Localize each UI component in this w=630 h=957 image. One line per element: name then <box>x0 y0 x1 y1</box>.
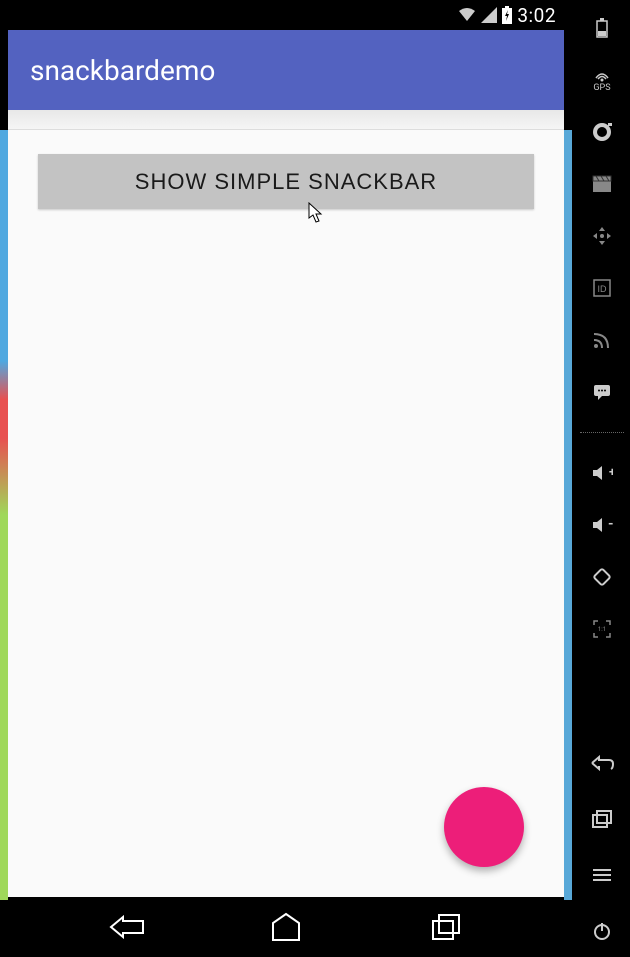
status-time: 3:02 <box>517 4 556 27</box>
sidebar-power-icon[interactable] <box>588 917 616 945</box>
emulator-frame: 3:02 snackbardemo SHOW SIMPLE SNACKBAR <box>0 0 574 957</box>
mouse-cursor-icon <box>308 202 324 228</box>
navigation-bar <box>8 897 564 957</box>
rss-network-icon[interactable] <box>588 326 616 354</box>
device-screen: 3:02 snackbardemo SHOW SIMPLE SNACKBAR <box>8 0 564 957</box>
sidebar-divider <box>580 432 624 433</box>
svg-text:ID: ID <box>598 284 608 294</box>
svg-text:+: + <box>609 465 613 479</box>
fingerprint-id-icon[interactable]: ID <box>588 274 616 302</box>
wifi-icon <box>457 7 477 23</box>
gps-label: GPS <box>593 84 610 93</box>
cellular-signal-icon <box>481 7 497 23</box>
sidebar-back-icon[interactable] <box>588 749 616 777</box>
clapperboard-icon[interactable] <box>588 170 616 198</box>
svg-text:-: - <box>608 516 613 532</box>
gps-icon[interactable]: GPS <box>588 66 616 94</box>
nav-back-button[interactable] <box>92 907 162 947</box>
svg-text:1:1: 1:1 <box>598 626 606 633</box>
nav-recents-button[interactable] <box>410 907 480 947</box>
emulator-sidebar: GPS ID + - 1:1 <box>574 0 630 957</box>
wallpaper-left-edge <box>0 130 8 900</box>
volume-down-icon[interactable]: - <box>588 511 616 539</box>
volume-up-icon[interactable]: + <box>588 459 616 487</box>
sms-icon[interactable] <box>588 378 616 406</box>
content-area: SHOW SIMPLE SNACKBAR <box>8 130 564 897</box>
sidebar-recents-icon[interactable] <box>588 805 616 833</box>
toolbar-shadow-strip <box>8 110 564 130</box>
camera-icon[interactable] <box>588 118 616 146</box>
app-bar: snackbardemo <box>8 30 564 110</box>
battery-icon[interactable] <box>588 14 616 42</box>
rotate-icon[interactable] <box>588 563 616 591</box>
sidebar-menu-icon[interactable] <box>588 861 616 889</box>
dpad-icon[interactable] <box>588 222 616 250</box>
battery-charging-icon <box>501 6 513 24</box>
show-snackbar-button[interactable]: SHOW SIMPLE SNACKBAR <box>38 154 534 209</box>
nav-home-button[interactable] <box>251 907 321 947</box>
floating-action-button[interactable] <box>444 787 524 867</box>
status-bar: 3:02 <box>8 0 564 30</box>
fullscreen-icon[interactable]: 1:1 <box>588 615 616 643</box>
wallpaper-right-edge <box>564 130 572 900</box>
app-title: snackbardemo <box>30 54 215 87</box>
